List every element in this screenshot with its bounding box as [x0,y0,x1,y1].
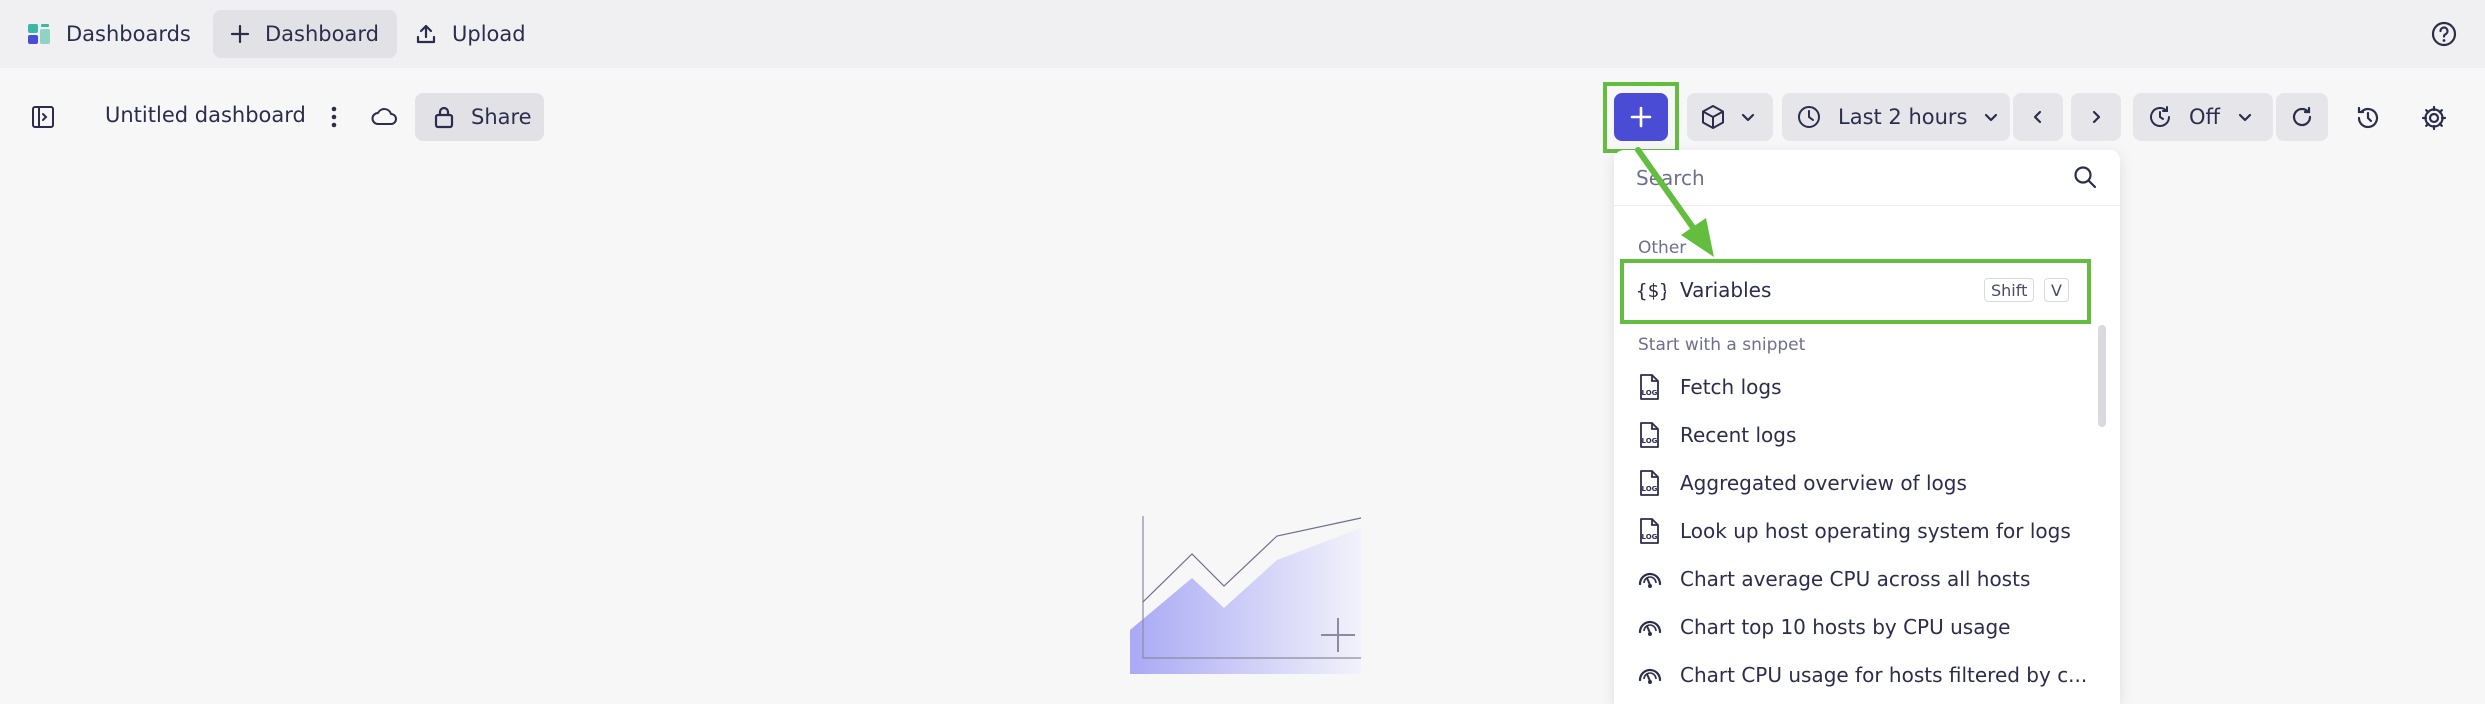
upload-icon [414,22,438,46]
auto-refresh-label: Off [2189,105,2220,129]
snippet-label: Recent logs [1680,423,1797,447]
previous-timeframe-button[interactable] [2013,93,2063,141]
app-top-bar: Dashboards Dashboard Upload [0,0,2485,68]
snippet-label: Chart CPU usage for hosts filtered by c.… [1680,663,2088,687]
refresh-button[interactable] [2276,93,2328,141]
log-file-icon: LOG [1636,517,1662,545]
chevron-left-icon [2029,108,2047,126]
add-menu-dropdown: Other {$} Variables Shift V Start with a… [1614,150,2120,704]
snippet-item[interactable]: LOG Aggregated overview of logs [1614,459,2104,507]
add-menu-search [1614,150,2120,206]
cpu-gauge-icon [1636,614,1664,640]
log-file-icon: LOG [1636,373,1662,401]
refresh-icon [2290,105,2314,129]
auto-refresh-icon [2147,104,2173,130]
search-input[interactable] [1636,162,2056,194]
auto-refresh-selector[interactable]: Off [2133,93,2273,141]
snippet-item[interactable]: Chart average CPU across all hosts [1614,555,2104,603]
cube-icon [1699,103,1727,131]
add-tile-button[interactable] [1614,93,1668,141]
svg-text:LOG: LOG [1642,485,1658,493]
share-button[interactable]: Share [415,93,544,141]
share-label: Share [471,105,532,129]
plus-icon [1630,106,1652,128]
cpu-gauge-icon [1636,566,1664,592]
snippet-label: Look up host operating system for logs [1680,519,2071,543]
snippet-item[interactable]: LOG Fetch logs [1614,363,2104,411]
menu-scrollbar[interactable] [2098,325,2106,427]
section-heading-other: Other [1638,238,1687,258]
cpu-gauge-icon [1636,662,1664,688]
snippet-label: Chart top 10 hosts by CPU usage [1680,615,2011,639]
dashboard-title[interactable]: Untitled dashboard [105,103,306,127]
svg-text:LOG: LOG [1642,389,1658,397]
chevron-down-icon [1739,108,1757,126]
new-dashboard-label: Dashboard [265,22,379,46]
help-icon[interactable] [2430,20,2458,52]
dashboards-app-link[interactable]: Dashboards [8,10,209,58]
gear-icon[interactable] [2420,104,2448,136]
search-icon [2072,164,2098,194]
lock-icon [433,105,455,129]
timeframe-selector[interactable]: Last 2 hours [1782,93,2010,141]
snippet-item[interactable]: Chart top 10 hosts by CPU usage [1614,603,2104,651]
snippet-item[interactable]: LOG Look up host operating system for lo… [1614,507,2104,555]
history-icon[interactable] [2354,104,2382,136]
plus-icon [229,23,251,45]
variables-item-highlight [1620,259,2091,324]
next-timeframe-button[interactable] [2071,93,2121,141]
chevron-right-icon [2087,108,2105,126]
dashboards-app-icon [26,21,52,47]
cloud-sync-icon [370,106,398,132]
upload-label: Upload [452,22,526,46]
chevron-down-icon [1982,108,2000,126]
snippet-item[interactable]: Chart CPU usage for hosts filtered by c.… [1614,651,2104,699]
chevron-down-icon [2236,108,2254,126]
timeframe-label: Last 2 hours [1838,105,1968,129]
segment-selector-button[interactable] [1687,93,1773,141]
new-dashboard-tab[interactable]: Dashboard [213,10,397,58]
more-options-icon[interactable] [326,104,342,134]
svg-text:LOG: LOG [1642,437,1658,445]
dashboards-app-label: Dashboards [66,22,191,46]
svg-text:LOG: LOG [1642,533,1658,541]
upload-button[interactable]: Upload [396,10,544,58]
snippet-label: Fetch logs [1680,375,1782,399]
clock-icon [1796,104,1822,130]
snippet-label: Chart average CPU across all hosts [1680,567,2031,591]
section-heading-snippets: Start with a snippet [1638,335,1806,355]
sidebar-toggle-icon[interactable] [30,104,56,134]
log-file-icon: LOG [1636,421,1662,449]
log-file-icon: LOG [1636,469,1662,497]
empty-dashboard-illustration [1125,510,1365,694]
snippet-item[interactable]: LOG Recent logs [1614,411,2104,459]
snippet-label: Aggregated overview of logs [1680,471,1967,495]
